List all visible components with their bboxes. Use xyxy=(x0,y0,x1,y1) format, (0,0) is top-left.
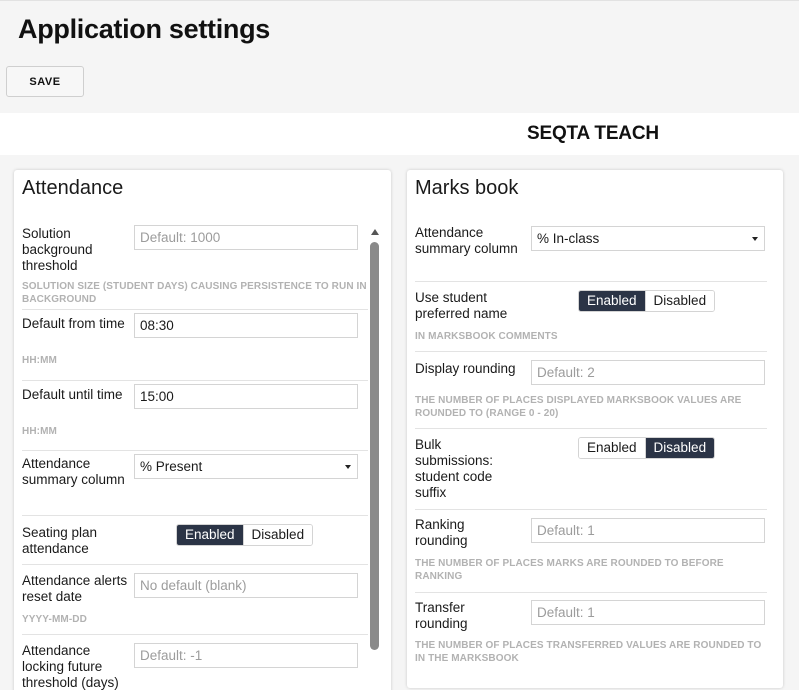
default-until-time-input[interactable]: 15:00 xyxy=(134,384,358,409)
setting-row-alerts-reset-date: Attendance alerts reset date No default … xyxy=(22,565,368,635)
setting-label: Attendance summary column xyxy=(22,456,125,487)
setting-row-locking-threshold: Attendance locking future threshold (day… xyxy=(22,635,368,690)
transfer-rounding-input[interactable]: Default: 1 xyxy=(531,600,765,625)
enabled-option[interactable]: Enabled xyxy=(579,438,645,458)
select-value: % Present xyxy=(140,459,203,474)
marksbook-settings-list: Attendance summary column % In-class Use… xyxy=(415,220,767,673)
default-from-time-input[interactable]: 08:30 xyxy=(134,313,358,338)
alerts-reset-date-input[interactable]: No default (blank) xyxy=(134,573,358,598)
attendance-summary-select[interactable]: % Present xyxy=(134,454,358,479)
disabled-option[interactable]: Disabled xyxy=(242,525,313,545)
attendance-settings-list: Solution background threshold Default: 1… xyxy=(22,220,368,690)
solution-threshold-input[interactable]: Default: 1000 xyxy=(134,225,358,250)
setting-hint: IN MARKSBOOK COMMENTS xyxy=(415,331,558,342)
marksbook-panel-title: Marks book xyxy=(415,177,519,199)
attendance-scrollbar[interactable] xyxy=(370,228,380,690)
attendance-panel-title: Attendance xyxy=(22,177,124,199)
setting-label: Default until time xyxy=(22,387,123,402)
setting-hint: THE NUMBER OF PLACES DISPLAYED MARKSBOOK… xyxy=(415,395,742,419)
setting-label: Ranking rounding xyxy=(415,517,468,548)
setting-hint: THE NUMBER OF PLACES TRANSFERRED VALUES … xyxy=(415,640,762,664)
setting-label: Transfer rounding xyxy=(415,600,468,631)
setting-label: Default from time xyxy=(22,316,125,331)
locking-threshold-input[interactable]: Default: -1 xyxy=(134,643,358,668)
preferred-name-toggle: Enabled Disabled xyxy=(578,290,716,312)
page-title: Application settings xyxy=(18,14,271,44)
ranking-rounding-input[interactable]: Default: 1 xyxy=(531,518,765,543)
chevron-down-icon xyxy=(752,237,758,241)
select-value: % In-class xyxy=(537,231,600,246)
disabled-option[interactable]: Disabled xyxy=(644,291,715,311)
enabled-option[interactable]: Enabled xyxy=(177,525,243,545)
setting-label: Seating plan attendance xyxy=(22,525,98,556)
top-divider xyxy=(0,0,799,1)
setting-row-default-from-time: Default from time 08:30 HH:MM xyxy=(22,310,368,381)
setting-hint: SOLUTION SIZE (STUDENT DAYS) CAUSING PER… xyxy=(22,281,367,305)
chevron-down-icon xyxy=(345,465,351,469)
setting-label: Use student preferred name xyxy=(415,290,508,321)
marksbook-summary-select[interactable]: % In-class xyxy=(531,226,765,251)
setting-row-preferred-name: Use student preferred name Enabled Disab… xyxy=(415,282,767,352)
setting-label: Attendance locking future threshold (day… xyxy=(22,643,119,690)
setting-row-display-rounding: Display rounding Default: 2 THE NUMBER O… xyxy=(415,352,767,429)
setting-row-transfer-rounding: Transfer rounding Default: 1 THE NUMBER … xyxy=(415,593,767,673)
setting-label: Solution background threshold xyxy=(22,226,93,273)
setting-hint: HH:MM xyxy=(22,355,57,366)
enabled-option[interactable]: Enabled xyxy=(579,291,645,311)
marksbook-panel: Marks book Attendance summary column % I… xyxy=(407,170,783,688)
setting-label: Bulk submissions: student code suffix xyxy=(415,437,494,500)
setting-row-seating-plan: Seating plan attendance Enabled Disabled xyxy=(22,516,368,565)
attendance-panel: Attendance Solution background threshold… xyxy=(14,170,391,690)
setting-label: Attendance alerts reset date xyxy=(22,573,128,604)
setting-label: Display rounding xyxy=(415,361,516,376)
seating-plan-toggle: Enabled Disabled xyxy=(176,524,314,546)
bulk-submissions-toggle: Enabled Disabled xyxy=(578,437,716,459)
setting-hint: HH:MM xyxy=(22,426,57,437)
app-section-band: SEQTA TEACH xyxy=(0,113,799,155)
setting-label: Attendance summary column xyxy=(415,225,518,256)
setting-row-default-until-time: Default until time 15:00 HH:MM xyxy=(22,381,368,451)
setting-row-ranking-rounding: Ranking rounding Default: 1 THE NUMBER O… xyxy=(415,510,767,593)
scroll-up-arrow-icon[interactable] xyxy=(371,229,379,235)
setting-row-marksbook-summary: Attendance summary column % In-class xyxy=(415,220,767,282)
display-rounding-input[interactable]: Default: 2 xyxy=(531,360,765,385)
setting-hint: THE NUMBER OF PLACES MARKS ARE ROUNDED T… xyxy=(415,558,724,582)
save-button[interactable]: SAVE xyxy=(6,66,84,97)
disabled-option[interactable]: Disabled xyxy=(644,438,715,458)
setting-row-solution-threshold: Solution background threshold Default: 1… xyxy=(22,220,368,310)
setting-hint: YYYY-MM-DD xyxy=(22,614,87,625)
scrollbar-thumb[interactable] xyxy=(370,242,379,650)
setting-row-attendance-summary: Attendance summary column % Present xyxy=(22,451,368,516)
setting-row-bulk-submissions: Bulk submissions: student code suffix En… xyxy=(415,429,767,510)
section-title: SEQTA TEACH xyxy=(527,123,659,144)
